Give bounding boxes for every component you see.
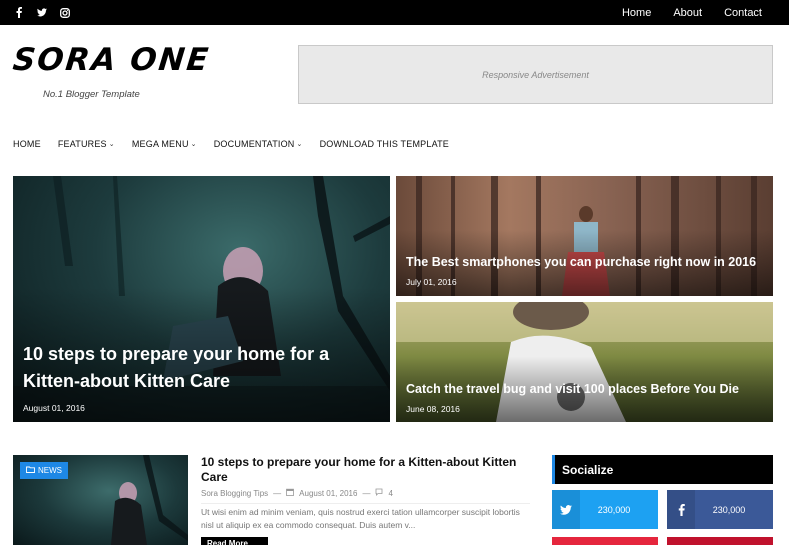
- twitter-icon[interactable]: [37, 7, 47, 19]
- read-more-button[interactable]: Read More: [201, 537, 268, 545]
- top-links: Home About Contact: [622, 0, 762, 25]
- meta-separator: —: [273, 488, 282, 498]
- post-author[interactable]: Sora Blogging Tips: [201, 489, 268, 498]
- featured-date: June 08, 2016: [406, 404, 460, 414]
- widget-title: Socialize: [562, 462, 614, 477]
- top-link-contact[interactable]: Contact: [724, 7, 762, 19]
- calendar-icon: [286, 488, 295, 498]
- featured-post-2[interactable]: The Best smartphones you can purchase ri…: [396, 176, 773, 296]
- advertisement-slot[interactable]: Responsive Advertisement: [298, 45, 773, 104]
- chevron-down-icon: ⌄: [190, 141, 197, 148]
- folder-icon: [26, 466, 35, 475]
- instagram-icon[interactable]: [60, 7, 70, 19]
- post-excerpt: Ut wisi enim ad minim veniam, quis nostr…: [201, 507, 520, 530]
- pinterest-follow-button[interactable]: [552, 537, 658, 545]
- nav-label: MEGA MENU: [131, 139, 189, 149]
- facebook-icon: [667, 490, 695, 529]
- site-tagline: No.1 Blogger Template: [43, 89, 140, 100]
- top-bar: Home About Contact: [0, 0, 789, 25]
- chevron-down-icon: ⌄: [296, 141, 303, 148]
- chevron-down-icon: ⌄: [108, 141, 115, 148]
- nav-item-features[interactable]: FEATURES ⌄: [58, 139, 115, 149]
- top-link-about[interactable]: About: [673, 7, 702, 19]
- ad-label: Responsive Advertisement: [482, 69, 589, 80]
- post-title[interactable]: 10 steps to prepare your home for a Kitt…: [201, 455, 531, 485]
- featured-date: July 01, 2016: [406, 277, 457, 287]
- meta-separator: —: [362, 488, 371, 498]
- featured-post-main[interactable]: 10 steps to prepare your home for a Kitt…: [13, 176, 390, 422]
- post-meta: Sora Blogging Tips — August 01, 2016 — 4: [201, 488, 530, 504]
- instagram-follow-button[interactable]: [667, 537, 773, 545]
- facebook-icon[interactable]: [14, 7, 24, 19]
- nav-item-mega-menu[interactable]: MEGA MENU ⌄: [132, 139, 197, 149]
- twitter-follow-button[interactable]: 230,000: [552, 490, 658, 529]
- featured-title[interactable]: 10 steps to prepare your home for a Kitt…: [23, 341, 383, 395]
- nav-item-documentation[interactable]: DOCUMENTATION ⌄: [214, 139, 303, 149]
- social-links: [14, 0, 70, 25]
- featured-title[interactable]: Catch the travel bug and visit 100 place…: [406, 382, 739, 396]
- nav-item-home[interactable]: HOME: [13, 139, 41, 149]
- top-link-home[interactable]: Home: [622, 7, 651, 19]
- nav-label: HOME: [13, 139, 41, 149]
- nav-label: DOWNLOAD THIS TEMPLATE: [319, 139, 449, 149]
- badge-label: NEWS: [38, 466, 62, 475]
- twitter-count: 230,000: [597, 504, 631, 515]
- twitter-icon: [552, 490, 580, 529]
- post-date: August 01, 2016: [299, 488, 358, 498]
- featured-post-3[interactable]: Catch the travel bug and visit 100 place…: [396, 302, 773, 422]
- site-logo[interactable]: SORA ONE: [11, 42, 212, 78]
- widget-header: Socialize: [552, 455, 773, 484]
- nav-item-download[interactable]: DOWNLOAD THIS TEMPLATE: [320, 139, 449, 149]
- nav-label: DOCUMENTATION: [213, 139, 295, 149]
- facebook-follow-button[interactable]: 230,000: [667, 490, 773, 529]
- facebook-count: 230,000: [712, 504, 746, 515]
- main-nav: HOME FEATURES ⌄ MEGA MENU ⌄ DOCUMENTATION ⌄…: [13, 139, 449, 149]
- comment-icon: [375, 488, 383, 498]
- nav-label: FEATURES: [57, 139, 107, 149]
- post-thumbnail[interactable]: NEWS: [13, 455, 188, 545]
- category-badge[interactable]: NEWS: [20, 462, 68, 479]
- featured-title[interactable]: The Best smartphones you can purchase ri…: [406, 255, 756, 269]
- comment-count[interactable]: 4: [388, 489, 392, 498]
- featured-date: August 01, 2016: [23, 403, 85, 413]
